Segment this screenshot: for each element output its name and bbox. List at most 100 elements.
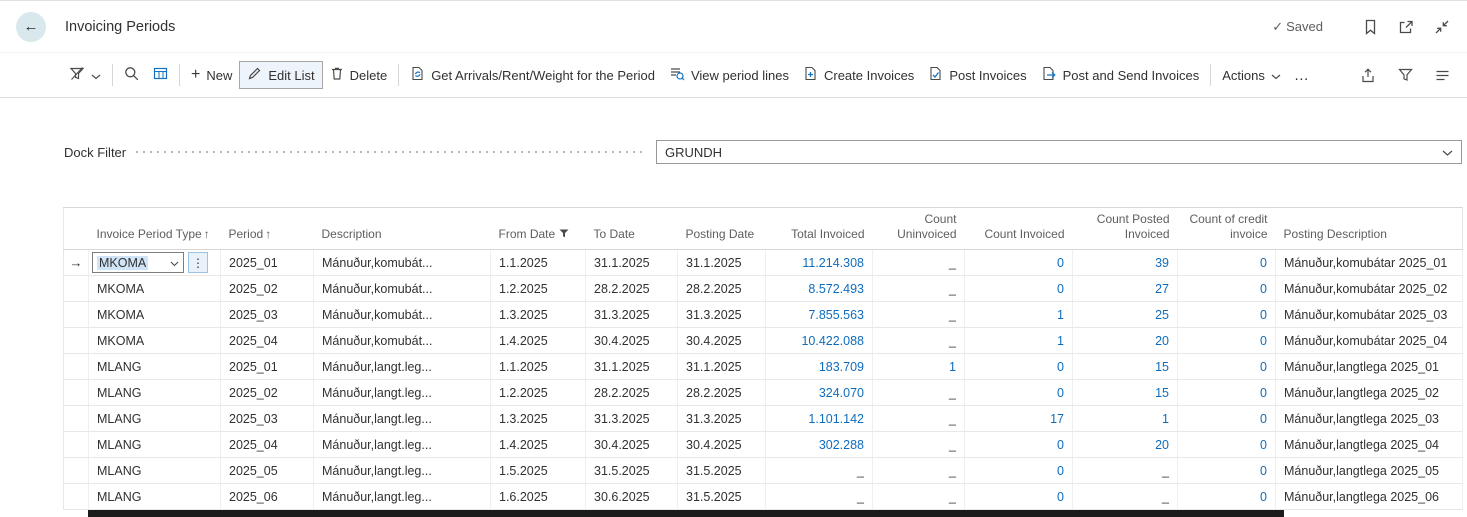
cell-description[interactable]: Mánuður,langt.leg...	[314, 406, 491, 432]
cell-total-invoiced[interactable]: 7.855.563	[766, 302, 873, 328]
cell-count-credit-invoice[interactable]: 0	[1178, 250, 1276, 276]
more-options-button[interactable]: …	[1288, 67, 1316, 84]
cell-posting-description[interactable]: Mánuður,langtlega 2025_04	[1276, 432, 1463, 458]
cell-count-credit-invoice[interactable]: 0	[1178, 484, 1276, 510]
cell-count-uninvoiced[interactable]: _	[873, 276, 965, 302]
cell-posting-date[interactable]: 30.4.2025	[678, 328, 766, 354]
cell-total-invoiced[interactable]: 8.572.493	[766, 276, 873, 302]
cell-description[interactable]: Mánuður,komubát...	[314, 276, 491, 302]
cell-count-credit-invoice[interactable]: 0	[1178, 406, 1276, 432]
cell-count-credit-invoice[interactable]: 0	[1178, 328, 1276, 354]
cell-posting-date[interactable]: 31.1.2025	[678, 354, 766, 380]
cell-period[interactable]: 2025_04	[221, 432, 314, 458]
cell-posting-date[interactable]: 28.2.2025	[678, 276, 766, 302]
row-marker[interactable]	[64, 380, 89, 406]
cell-posting-date[interactable]: 28.2.2025	[678, 380, 766, 406]
cell-from-date[interactable]: 1.1.2025	[491, 250, 586, 276]
row-options-button[interactable]: ⋮	[188, 252, 208, 273]
cell-total-invoiced[interactable]: 11.214.308	[766, 250, 873, 276]
cell-count-posted-invoiced[interactable]: 25	[1073, 302, 1178, 328]
cell-count-posted-invoiced[interactable]: 15	[1073, 354, 1178, 380]
column-header-invoice-period-type[interactable]: Invoice Period Type↑	[89, 208, 221, 250]
search-button[interactable]	[117, 61, 146, 89]
cell-from-date[interactable]: 1.1.2025	[491, 354, 586, 380]
invoice-period-type-combobox[interactable]: MKOMA	[92, 252, 184, 273]
cell-to-date[interactable]: 31.5.2025	[586, 458, 678, 484]
cell-from-date[interactable]: 1.4.2025	[491, 432, 586, 458]
cell-count-uninvoiced[interactable]: _	[873, 380, 965, 406]
cell-posting-description[interactable]: Mánuður,komubátar 2025_02	[1276, 276, 1463, 302]
edit-list-button[interactable]: Edit List	[239, 61, 322, 89]
cell-invoice-period-type[interactable]: MLANG	[89, 354, 221, 380]
cell-total-invoiced[interactable]: 10.422.088	[766, 328, 873, 354]
cell-to-date[interactable]: 31.3.2025	[586, 302, 678, 328]
cell-count-posted-invoiced[interactable]: 15	[1073, 380, 1178, 406]
cell-period[interactable]: 2025_06	[221, 484, 314, 510]
cell-invoice-period-type[interactable]: MKOMA⋮	[89, 250, 221, 276]
cell-count-posted-invoiced[interactable]: 20	[1073, 328, 1178, 354]
cell-description[interactable]: Mánuður,langt.leg...	[314, 432, 491, 458]
cell-count-uninvoiced[interactable]: 1	[873, 354, 965, 380]
cell-from-date[interactable]: 1.6.2025	[491, 484, 586, 510]
cell-count-posted-invoiced[interactable]: 27	[1073, 276, 1178, 302]
cell-to-date[interactable]: 31.1.2025	[586, 354, 678, 380]
cell-invoice-period-type[interactable]: MLANG	[89, 458, 221, 484]
cell-count-invoiced[interactable]: 0	[965, 458, 1073, 484]
cell-total-invoiced[interactable]: 324.070	[766, 380, 873, 406]
cell-description[interactable]: Mánuður,komubát...	[314, 328, 491, 354]
cell-invoice-period-type[interactable]: MKOMA	[89, 302, 221, 328]
cell-count-invoiced[interactable]: 0	[965, 276, 1073, 302]
share-icon[interactable]	[1359, 66, 1377, 84]
cell-period[interactable]: 2025_03	[221, 302, 314, 328]
cell-to-date[interactable]: 30.4.2025	[586, 432, 678, 458]
column-header-posting-description[interactable]: Posting Description	[1276, 208, 1463, 250]
post-invoices-button[interactable]: Post Invoices	[921, 61, 1033, 89]
cell-posting-description[interactable]: Mánuður,komubátar 2025_04	[1276, 328, 1463, 354]
cell-period[interactable]: 2025_05	[221, 458, 314, 484]
view-period-lines-button[interactable]: View period lines	[662, 61, 796, 89]
cell-description[interactable]: Mánuður,langt.leg...	[314, 380, 491, 406]
cell-posting-date[interactable]: 31.3.2025	[678, 406, 766, 432]
cell-count-uninvoiced[interactable]: _	[873, 406, 965, 432]
cell-period[interactable]: 2025_01	[221, 250, 314, 276]
column-header-total-invoiced[interactable]: Total Invoiced	[766, 208, 873, 250]
cell-count-posted-invoiced[interactable]: 1	[1073, 406, 1178, 432]
cell-period[interactable]: 2025_01	[221, 354, 314, 380]
cell-from-date[interactable]: 1.5.2025	[491, 458, 586, 484]
post-and-send-invoices-button[interactable]: Post and Send Invoices	[1034, 61, 1207, 89]
cell-invoice-period-type[interactable]: MKOMA	[89, 276, 221, 302]
cell-to-date[interactable]: 31.3.2025	[586, 406, 678, 432]
actions-menu-button[interactable]: Actions	[1215, 63, 1288, 88]
row-marker[interactable]	[64, 276, 89, 302]
new-button[interactable]: + New	[184, 63, 239, 88]
dock-filter-combobox[interactable]: GRUNDH	[656, 140, 1462, 164]
filter-pane-icon[interactable]	[1396, 66, 1414, 84]
cell-posting-description[interactable]: Mánuður,langtlega 2025_03	[1276, 406, 1463, 432]
cell-description[interactable]: Mánuður,komubát...	[314, 250, 491, 276]
column-header-count-credit-invoice[interactable]: Count of credit invoice	[1178, 208, 1276, 250]
cell-period[interactable]: 2025_02	[221, 276, 314, 302]
row-marker[interactable]	[64, 484, 89, 510]
cell-from-date[interactable]: 1.4.2025	[491, 328, 586, 354]
cell-description[interactable]: Mánuður,langt.leg...	[314, 458, 491, 484]
cell-period[interactable]: 2025_04	[221, 328, 314, 354]
row-marker[interactable]	[64, 354, 89, 380]
cell-posting-date[interactable]: 31.3.2025	[678, 302, 766, 328]
column-header-description[interactable]: Description	[314, 208, 491, 250]
cell-invoice-period-type[interactable]: MLANG	[89, 484, 221, 510]
cell-count-uninvoiced[interactable]: _	[873, 328, 965, 354]
cell-from-date[interactable]: 1.2.2025	[491, 276, 586, 302]
layout-options-icon[interactable]	[1433, 66, 1451, 84]
cell-count-credit-invoice[interactable]: 0	[1178, 354, 1276, 380]
cell-count-invoiced[interactable]: 1	[965, 302, 1073, 328]
row-marker[interactable]	[64, 302, 89, 328]
cell-to-date[interactable]: 30.4.2025	[586, 328, 678, 354]
cell-posting-date[interactable]: 31.1.2025	[678, 250, 766, 276]
cell-to-date[interactable]: 30.6.2025	[586, 484, 678, 510]
column-header-count-posted-invoiced[interactable]: Count Posted Invoiced	[1073, 208, 1178, 250]
cell-period[interactable]: 2025_02	[221, 380, 314, 406]
analyze-button[interactable]	[146, 61, 175, 89]
cell-count-posted-invoiced[interactable]: 20	[1073, 432, 1178, 458]
cell-count-credit-invoice[interactable]: 0	[1178, 380, 1276, 406]
cell-count-uninvoiced[interactable]: _	[873, 458, 965, 484]
